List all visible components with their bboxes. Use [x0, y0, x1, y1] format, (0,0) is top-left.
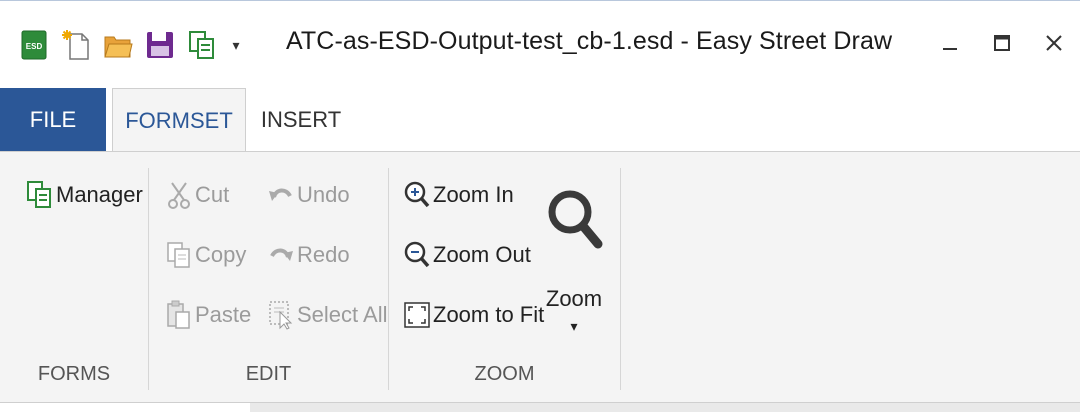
undo-icon	[267, 180, 295, 210]
esd-logo-icon[interactable]: ESD	[18, 27, 50, 63]
save-icon[interactable]	[144, 27, 176, 63]
open-folder-icon[interactable]	[102, 27, 134, 63]
magnifier-icon	[544, 182, 604, 268]
zoom-label: Zoom	[545, 286, 603, 311]
window-controls	[924, 21, 1080, 65]
undo-label: Undo	[297, 182, 350, 207]
close-button[interactable]	[1028, 21, 1080, 65]
zoom-dropdown-button[interactable]: Zoom ▾	[539, 182, 609, 352]
copy-button[interactable]: Copy	[165, 240, 246, 270]
ribbon-panel: Manager FORMS Cut Copy Paste Undo Redo S…	[0, 152, 1080, 402]
group-label-edit: EDIT	[245, 363, 292, 385]
select-all-label: Select All	[297, 302, 388, 327]
zoom-in-icon	[403, 180, 431, 210]
minimize-button[interactable]	[924, 21, 976, 65]
cut-button[interactable]: Cut	[165, 180, 229, 210]
svg-text:ESD: ESD	[26, 42, 43, 51]
zoom-in-button[interactable]: Zoom In	[403, 180, 514, 210]
close-icon	[1046, 35, 1062, 51]
zoom-to-fit-label: Zoom to Fit	[433, 302, 545, 327]
manager-icon	[26, 180, 54, 210]
title-bar: ESD ▾ ATC-as-ESD-Output-test_cb-1.esd - …	[0, 0, 1080, 88]
qat-customize-button[interactable]: ▾	[228, 37, 244, 54]
group-forms: Manager FORMS	[0, 152, 148, 398]
zoom-in-label: Zoom In	[433, 182, 514, 207]
zoom-out-button[interactable]: Zoom Out	[403, 240, 531, 270]
group-edit: Cut Copy Paste Undo Redo Select All EDIT	[149, 152, 388, 398]
zoom-to-fit-icon	[403, 300, 431, 330]
redo-label: Redo	[297, 242, 350, 267]
paste-icon	[165, 300, 193, 330]
redo-icon	[267, 240, 295, 270]
document-area-edge	[0, 402, 1080, 412]
group-separator	[620, 168, 621, 390]
zoom-to-fit-button[interactable]: Zoom to Fit	[403, 300, 544, 330]
document-tab-edge	[0, 403, 250, 412]
group-zoom: Zoom In Zoom Out Zoom to Fit Zoom ▾ ZOOM	[389, 152, 620, 398]
group-label-zoom: ZOOM	[474, 363, 535, 385]
chevron-down-icon: ▾	[570, 318, 578, 334]
select-all-icon	[267, 300, 295, 330]
undo-button[interactable]: Undo	[267, 180, 350, 210]
ribbon-tabs: FILE FORMSET INSERT	[0, 88, 1080, 152]
tab-file[interactable]: FILE	[0, 88, 106, 151]
copy-icon	[165, 240, 193, 270]
window-title: ATC-as-ESD-Output-test_cb-1.esd - Easy S…	[286, 27, 893, 55]
scissors-icon	[165, 180, 193, 210]
paste-button[interactable]: Paste	[165, 300, 251, 330]
new-file-icon[interactable]	[60, 27, 92, 63]
redo-button[interactable]: Redo	[267, 240, 350, 270]
manager-icon[interactable]	[186, 27, 218, 63]
minimize-icon	[943, 48, 957, 50]
manager-label: Manager	[56, 182, 143, 207]
manager-button[interactable]: Manager	[26, 180, 143, 210]
maximize-icon	[994, 35, 1010, 51]
quick-access-toolbar: ESD ▾	[18, 23, 244, 67]
zoom-out-icon	[403, 240, 431, 270]
tab-insert[interactable]: INSERT	[248, 88, 354, 152]
maximize-button[interactable]	[976, 21, 1028, 65]
select-all-button[interactable]: Select All	[267, 300, 388, 330]
paste-label: Paste	[195, 302, 252, 327]
cut-label: Cut	[195, 182, 230, 207]
group-label-forms: FORMS	[37, 363, 111, 385]
copy-label: Copy	[195, 242, 247, 267]
zoom-out-label: Zoom Out	[433, 242, 531, 267]
tab-formset[interactable]: FORMSET	[112, 88, 246, 152]
